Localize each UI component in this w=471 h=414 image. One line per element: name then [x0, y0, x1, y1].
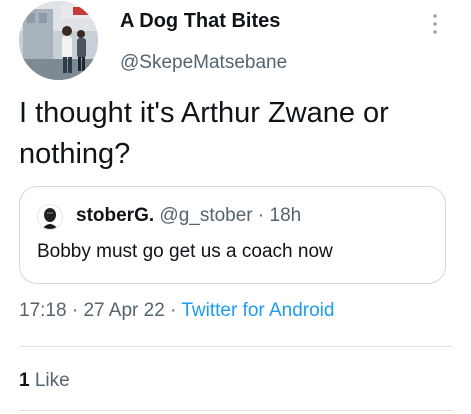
quoted-author-avatar[interactable]: [37, 204, 63, 230]
quoted-tweet-text: Bobby must go get us a coach now: [37, 241, 333, 262]
quoted-author-handle: @g_stober: [159, 205, 253, 226]
tweet-meta: 17:18 · 27 Apr 22 · Twitter for Android: [19, 300, 334, 322]
tweet-text-line: I thought it's Arthur Zwane or: [19, 97, 389, 129]
quoted-tweet-header: stoberG. @g_stober · 18h: [76, 205, 301, 227]
divider: [19, 346, 452, 347]
author-avatar[interactable]: [19, 1, 98, 80]
separator-dot: ·: [170, 300, 177, 321]
like-label: Like: [34, 370, 70, 391]
likes-stat[interactable]: 1 Like: [19, 370, 70, 392]
separator-dot: ·: [71, 300, 79, 321]
tweet-time[interactable]: 17:18: [19, 300, 67, 321]
quoted-tweet-card[interactable]: stoberG. @g_stober · 18h Bobby must go g…: [19, 186, 446, 284]
separator-dot: ·: [257, 205, 265, 226]
quoted-author-name[interactable]: stoberG.: [76, 205, 154, 226]
tweet-text: I thought it's Arthur Zwane or nothing?: [19, 93, 459, 175]
quoted-tweet-age[interactable]: 18h: [270, 205, 302, 226]
more-vertical-icon[interactable]: [430, 12, 440, 38]
like-count: 1: [19, 370, 30, 391]
divider: [19, 410, 452, 411]
tweet-text-line: nothing?: [19, 138, 131, 170]
author-display-name[interactable]: A Dog That Bites: [120, 10, 280, 33]
tweet-source-link[interactable]: Twitter for Android: [181, 300, 334, 321]
author-handle[interactable]: @SkepeMatsebane: [120, 52, 287, 74]
tweet-date[interactable]: 27 Apr 22: [83, 300, 164, 321]
